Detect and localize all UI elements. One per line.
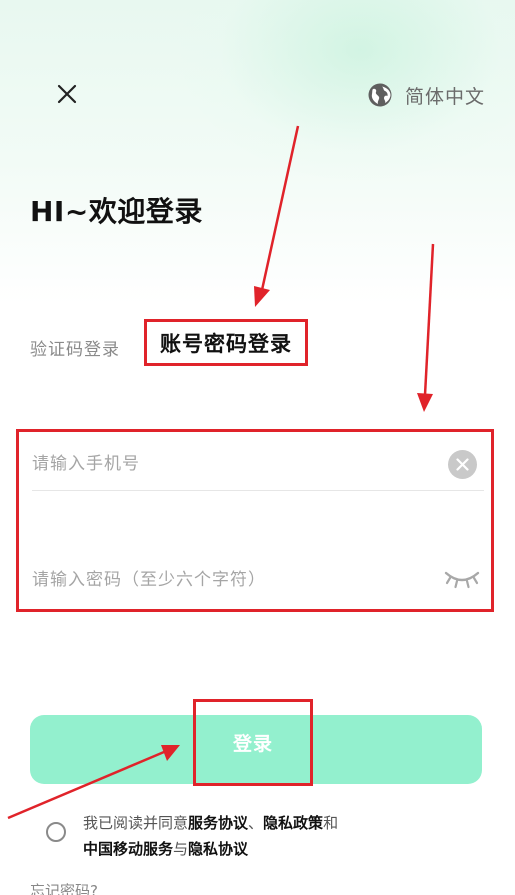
tab-sms-login[interactable]: 验证码登录 xyxy=(30,335,120,360)
language-label: 简体中文 xyxy=(404,85,485,108)
password-field xyxy=(32,554,484,606)
clear-icon xyxy=(456,458,469,471)
agreement-text: 我已阅读并同意服务协议、隐私政策和中国移动服务与隐私协议 xyxy=(83,810,383,862)
login-page: 简体中文 HI~欢迎登录 验证码登录 账号密码登录 请输入手机号 登录 我已阅读… xyxy=(0,0,515,895)
close-icon xyxy=(57,84,77,104)
login-button[interactable] xyxy=(30,715,482,784)
language-switch[interactable]: 简体中文 xyxy=(367,80,485,110)
agreement-prefix: 我已阅读并同意 xyxy=(83,814,189,832)
login-form xyxy=(16,429,494,612)
agreement-separator: 、 xyxy=(248,814,264,832)
password-input[interactable] xyxy=(32,554,432,606)
clear-phone-button[interactable] xyxy=(448,450,477,479)
phone-field xyxy=(32,438,484,491)
page-title: HI~欢迎登录 xyxy=(30,195,203,228)
toggle-password-visibility-button[interactable] xyxy=(444,566,480,592)
agreement-conjunction-and: 和 xyxy=(323,814,339,832)
agreement-checkbox[interactable] xyxy=(46,822,66,842)
eye-closed-icon xyxy=(444,571,480,589)
forgot-password-link[interactable]: 忘记密码? xyxy=(30,880,98,895)
phone-input[interactable] xyxy=(32,438,432,490)
privacy-agreement-link[interactable]: 隐私协议 xyxy=(188,840,248,858)
cmcc-service-link[interactable]: 中国移动服务 xyxy=(83,840,173,858)
tab-password-login[interactable]: 账号密码登录 xyxy=(144,319,308,366)
close-button[interactable] xyxy=(50,77,84,111)
annotation-arrow xyxy=(417,243,435,412)
service-agreement-link[interactable]: 服务协议 xyxy=(188,814,248,832)
tab-password-login-label: 账号密码登录 xyxy=(160,331,292,356)
globe-icon xyxy=(367,82,393,108)
agreement-conjunction-with: 与 xyxy=(173,840,189,858)
privacy-policy-link[interactable]: 隐私政策 xyxy=(263,814,323,832)
